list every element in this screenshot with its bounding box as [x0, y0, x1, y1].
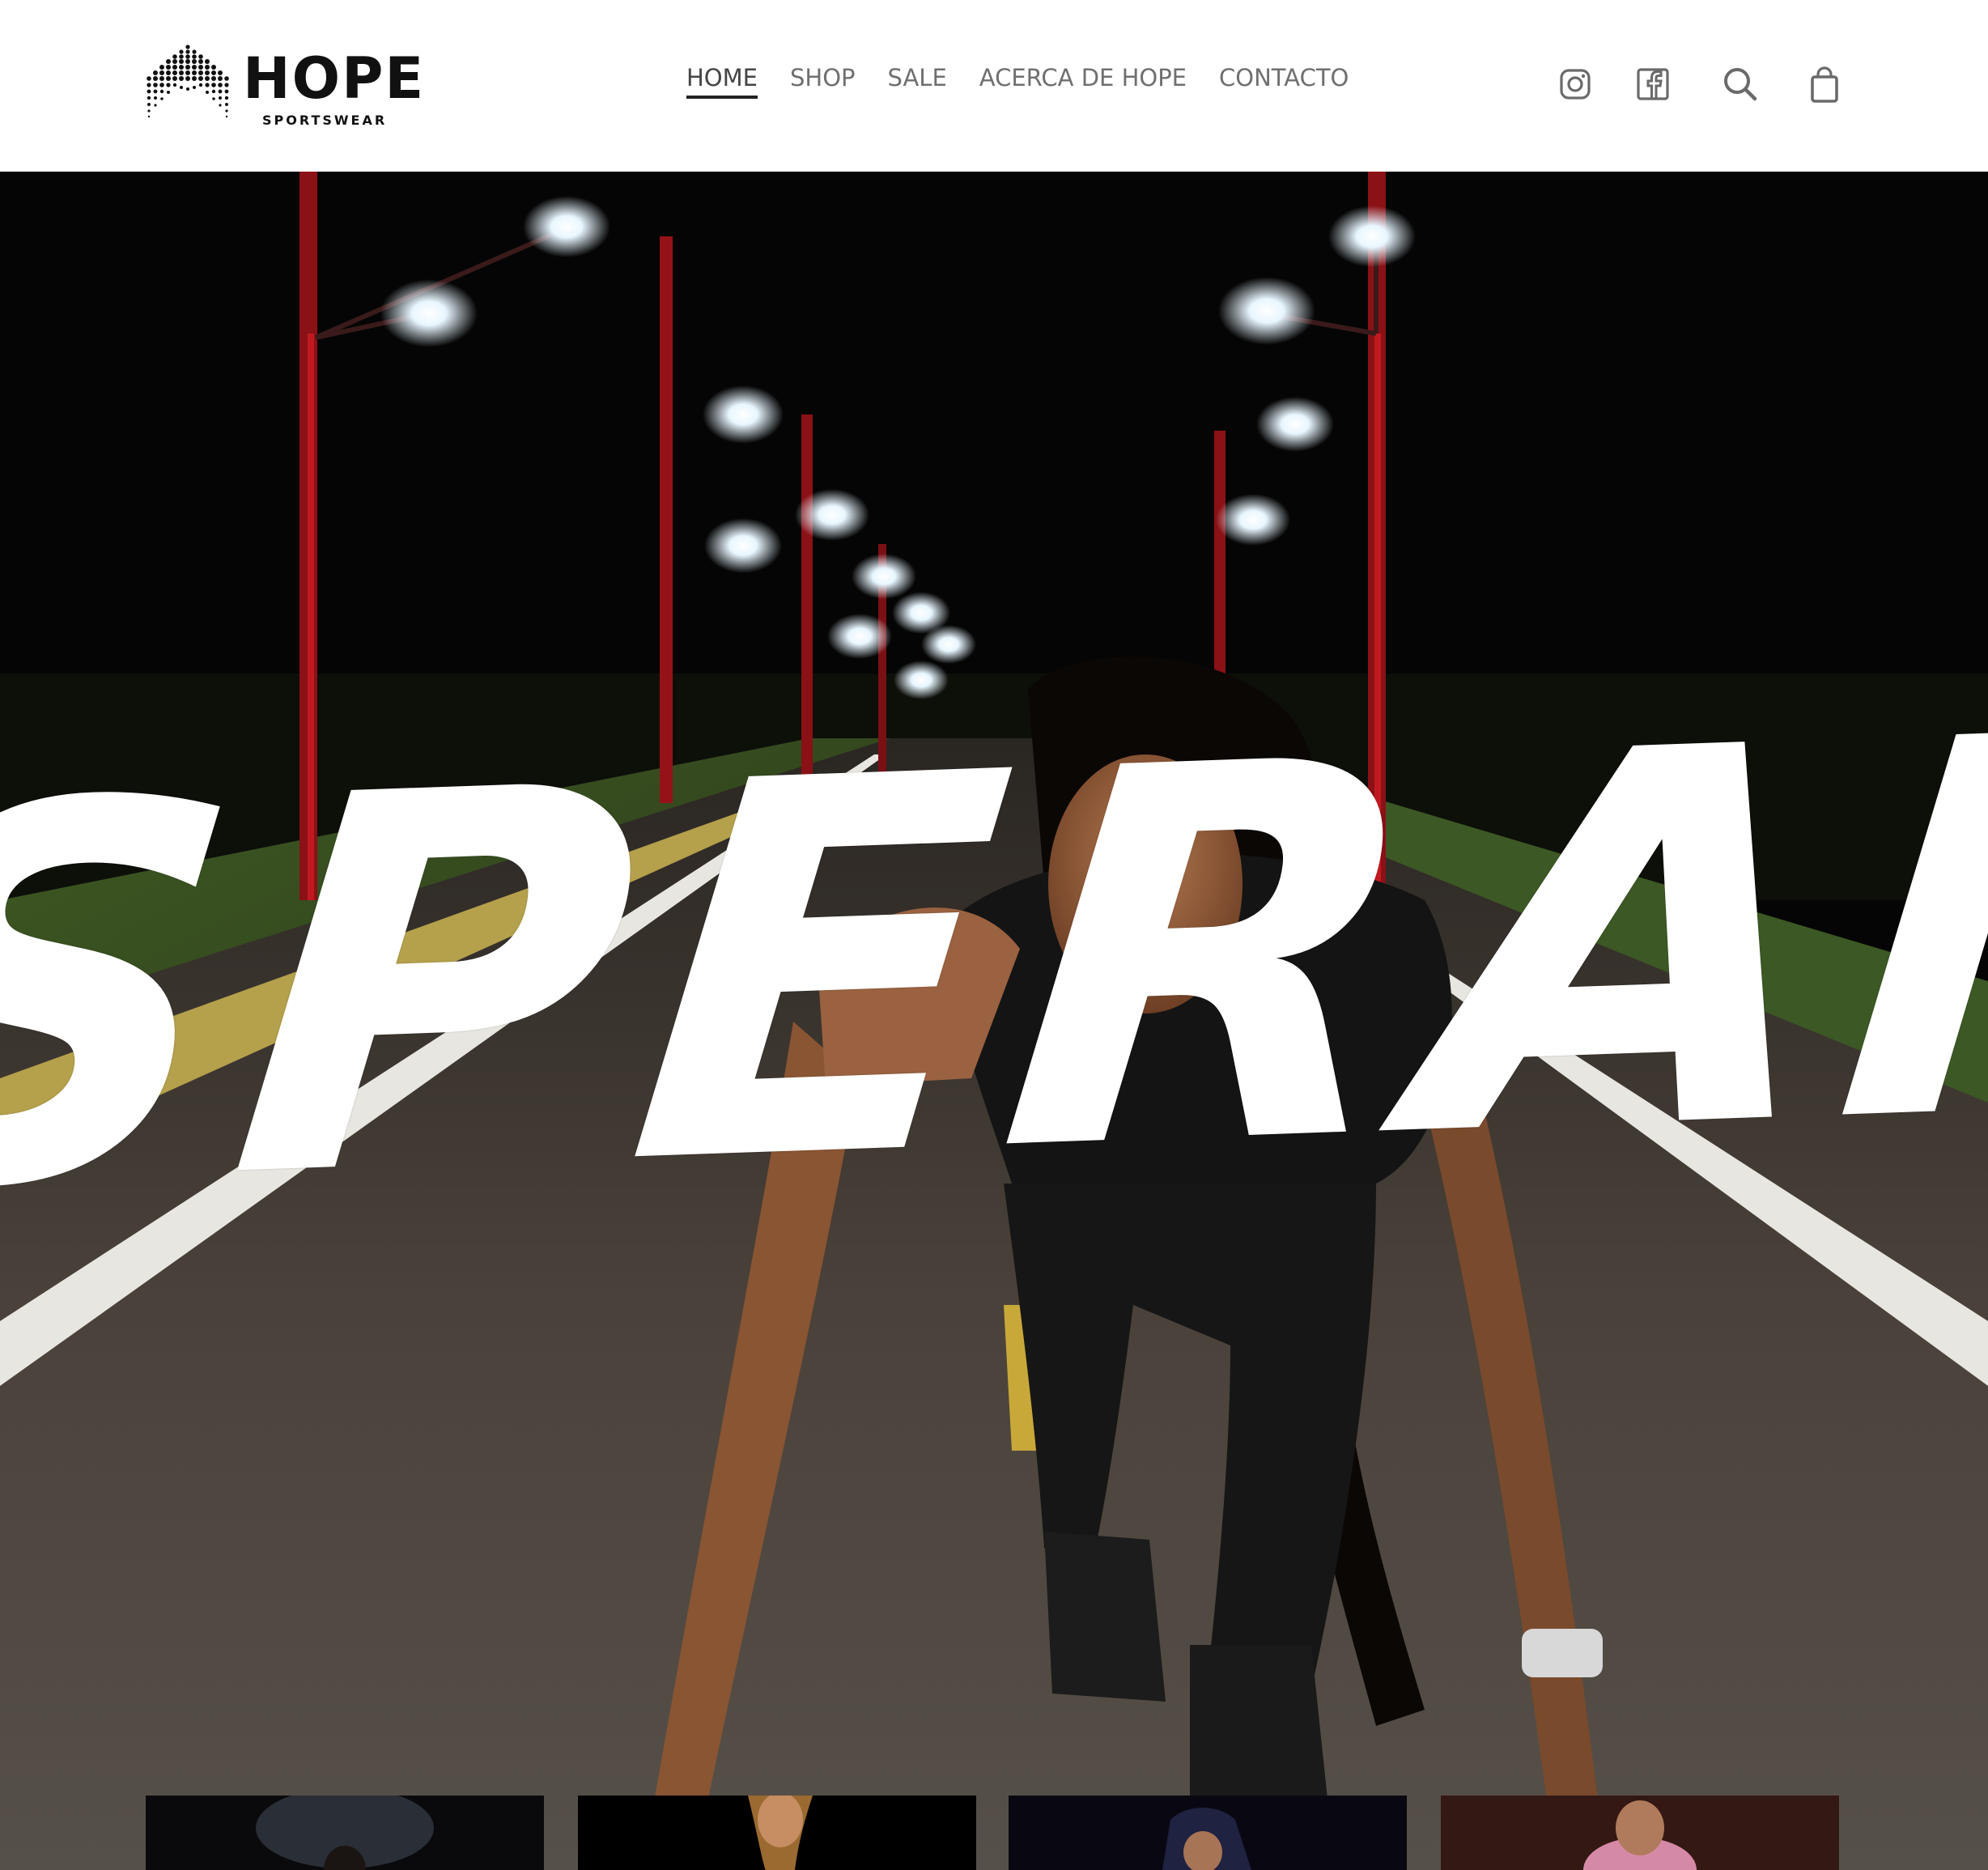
brand-tagline: SPORTSWEAR	[262, 113, 388, 128]
product-thumbnail-image	[1441, 1796, 1839, 1870]
product-card[interactable]	[578, 1796, 976, 1870]
hero-title-speranz: SPERANZ	[0, 605, 1988, 1307]
product-card[interactable]	[1009, 1796, 1407, 1870]
hero-banner: SPERANZ	[0, 172, 1988, 1870]
shopping-bag-icon[interactable]	[1803, 63, 1846, 105]
product-thumbnail-image	[146, 1796, 544, 1870]
product-card-strip	[0, 1796, 1988, 1870]
site-header: HOPE SPORTSWEAR HOME SHOP SALE ACERCA DE…	[0, 0, 1988, 172]
product-thumbnail-image	[578, 1796, 976, 1870]
facebook-icon[interactable]	[1632, 63, 1674, 105]
product-card[interactable]	[1441, 1796, 1839, 1870]
header-icon-group	[0, 63, 1988, 108]
search-icon[interactable]	[1719, 63, 1761, 105]
product-card[interactable]	[146, 1796, 544, 1870]
instagram-icon[interactable]	[1554, 63, 1596, 105]
product-thumbnail-image	[1009, 1796, 1407, 1870]
